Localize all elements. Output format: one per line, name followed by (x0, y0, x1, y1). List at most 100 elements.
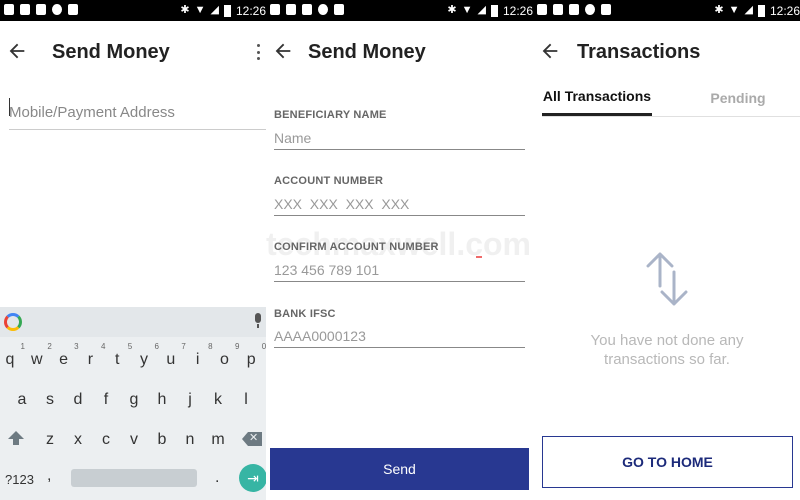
back-arrow-icon[interactable] (272, 40, 294, 62)
key-n[interactable]: n (178, 431, 202, 449)
key-r[interactable]: r4 (78, 342, 106, 369)
tab-all-transactions[interactable]: All Transactions (542, 88, 652, 116)
key-label: b (157, 431, 167, 448)
wifi-icon: ▼ (728, 4, 740, 16)
key-label: w (31, 351, 43, 368)
key-b[interactable]: b (150, 431, 174, 449)
soft-keyboard: q1w2e3r4t5y6u7i8o9p0 asdfghjkl zxcvbnm ?… (0, 307, 266, 500)
key-t[interactable]: t5 (105, 342, 132, 369)
notification-icons (270, 4, 344, 15)
status-bar: ✱ ▼ ◢ 12:26 (266, 0, 533, 21)
wifi-icon: ▼ (461, 4, 473, 16)
beneficiary-name-input[interactable] (274, 126, 525, 150)
mail-notification-icon (569, 4, 579, 15)
key-z[interactable]: z (38, 431, 62, 449)
system-status: ✱ ▼ ◢ 12:26 (714, 0, 800, 21)
mail-notification-icon (302, 4, 312, 15)
key-s[interactable]: s (38, 391, 62, 409)
signal-icon: ◢ (210, 4, 219, 16)
wifi-icon: ▼ (194, 4, 206, 16)
back-arrow-icon[interactable] (6, 40, 28, 62)
key-d[interactable]: d (66, 391, 90, 409)
symbols-key[interactable]: ?123 (5, 472, 34, 487)
key-label: g (129, 391, 139, 408)
key-label: s (46, 391, 54, 408)
key-f[interactable]: f (94, 391, 118, 409)
overflow-menu-icon[interactable] (254, 42, 262, 62)
period-key[interactable]: . (215, 469, 219, 487)
key-g[interactable]: g (122, 391, 146, 409)
key-label: t (114, 351, 120, 368)
send-button[interactable]: Send (270, 448, 529, 490)
key-k[interactable]: k (206, 391, 230, 409)
key-label: r (87, 351, 94, 368)
key-label: k (214, 391, 222, 408)
mail-notification-icon (36, 4, 46, 15)
tab-pending[interactable]: Pending (683, 90, 793, 106)
google-icon[interactable] (4, 313, 22, 331)
key-label: p (246, 351, 256, 368)
key-hint: 7 (181, 342, 186, 351)
key-label: v (130, 431, 138, 448)
mobile-payment-address-input[interactable] (9, 96, 266, 130)
comma-key[interactable]: , (47, 467, 51, 485)
key-l[interactable]: l (234, 391, 258, 409)
key-v[interactable]: v (122, 431, 146, 449)
key-x[interactable]: x (66, 431, 90, 449)
key-label: a (17, 391, 27, 408)
key-h[interactable]: h (150, 391, 174, 409)
key-hint: 4 (100, 342, 106, 351)
key-label: f (103, 391, 109, 408)
gmail-notification-icon (20, 4, 30, 15)
key-u[interactable]: u7 (159, 342, 185, 369)
go-to-home-button[interactable]: GO TO HOME (542, 436, 793, 488)
key-y[interactable]: y6 (132, 342, 159, 369)
key-o[interactable]: o9 (212, 342, 239, 369)
key-w[interactable]: w2 (25, 342, 52, 369)
notification-icons (537, 4, 611, 15)
key-c[interactable]: c (94, 431, 118, 449)
back-arrow-icon[interactable] (539, 40, 561, 62)
info-notification-icon (318, 4, 328, 15)
empty-state-message: You have not done any transactions so fa… (590, 332, 744, 368)
key-hint: 1 (20, 342, 25, 351)
key-a[interactable]: a (10, 391, 34, 409)
key-hint: 9 (234, 342, 240, 351)
status-bar: ✱ ▼ ◢ 12:26 (533, 0, 800, 21)
image-notification-icon (537, 4, 547, 15)
notification-icons (4, 4, 78, 15)
key-m[interactable]: m (206, 431, 230, 449)
microphone-icon[interactable] (254, 313, 262, 329)
page-title: Send Money (308, 41, 426, 63)
key-p[interactable]: p0 (239, 342, 266, 369)
image-notification-icon (270, 4, 280, 15)
key-i[interactable]: i8 (186, 342, 213, 369)
enter-arrow-icon[interactable]: ⇥ (239, 464, 266, 492)
key-label: j (188, 391, 192, 408)
key-label: e (59, 351, 69, 368)
key-label: u (166, 351, 176, 368)
image-notification-icon (4, 4, 14, 15)
key-hint: 6 (154, 342, 159, 351)
key-q[interactable]: q1 (0, 342, 25, 369)
account-number-input[interactable] (274, 192, 525, 216)
confirm-account-number-input[interactable] (274, 258, 525, 282)
key-label: d (73, 391, 83, 408)
confirm-account-number-label: CONFIRM ACCOUNT NUMBER (274, 241, 439, 253)
backspace-icon[interactable] (242, 432, 262, 446)
key-j[interactable]: j (178, 391, 202, 409)
key-label: z (46, 431, 54, 448)
clock: 12:26 (502, 3, 533, 18)
shift-icon[interactable] (6, 430, 26, 446)
space-bar[interactable] (71, 469, 197, 487)
key-hint: 2 (47, 342, 52, 351)
key-label: h (157, 391, 167, 408)
key-hint: 3 (74, 342, 79, 351)
key-hint: 5 (127, 342, 133, 351)
key-label: c (102, 431, 110, 448)
bank-ifsc-label: BANK IFSC (274, 308, 336, 320)
bank-ifsc-input[interactable] (274, 324, 525, 348)
key-e[interactable]: e3 (52, 342, 78, 369)
signal-icon: ◢ (744, 4, 753, 16)
system-status: ✱ ▼ ◢ 12:26 (180, 0, 266, 21)
